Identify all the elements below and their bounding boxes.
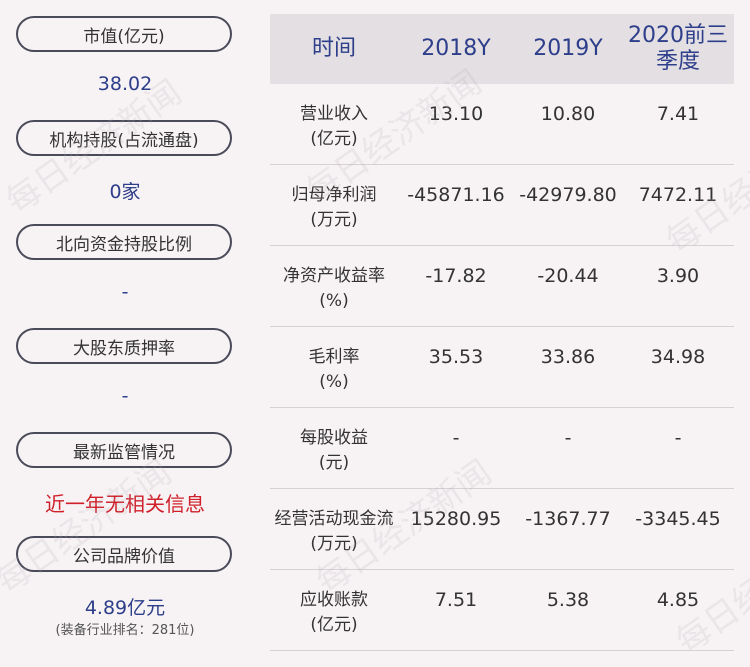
market-cap-label: 市值(亿元) <box>16 16 232 52</box>
northbound-holdings-label: 北向资金持股比例 <box>16 224 232 260</box>
row-label: 经营活动现金流 (万元) <box>274 509 394 554</box>
pledge-ratio-value: - <box>121 385 129 407</box>
row-label: 归母净利润 (万元) <box>291 185 377 230</box>
institutional-holdings-label: 机构持股(占流通盘) <box>16 120 232 156</box>
table-row: 经营活动现金流 (万元) 15280.95 -1367.77 -3345.45 <box>270 489 734 570</box>
table-cell: -42979.80 <box>519 184 617 206</box>
table-cell: 13.10 <box>428 103 484 125</box>
table-header: 时间 2018Y 2019Y 2020前三季度 <box>270 14 734 84</box>
row-label: 净资产收益率 (%) <box>283 266 385 311</box>
table-row: 应收账款 (亿元) 7.51 5.38 4.85 <box>270 570 734 651</box>
table-cell: 15280.95 <box>410 508 502 530</box>
pledge-ratio-label: 大股东质押率 <box>16 328 232 364</box>
table-row: 净资产收益率 (%) -17.82 -20.44 3.90 <box>270 246 734 327</box>
regulatory-status-value: 近一年无相关信息 <box>45 492 205 516</box>
row-label: 应收账款 (亿元) <box>300 590 368 635</box>
financial-table: 时间 2018Y 2019Y 2020前三季度 营业收入 (亿元) 13.10 1… <box>270 14 734 651</box>
table-row: 营业收入 (亿元) 13.10 10.80 7.41 <box>270 84 734 165</box>
market-cap-value: 38.02 <box>97 73 153 95</box>
table-cell: 10.80 <box>540 103 596 125</box>
northbound-holdings-value: - <box>121 281 129 303</box>
table-row: 毛利率 (%) 35.53 33.86 34.98 <box>270 327 734 408</box>
table-cell: - <box>452 427 460 449</box>
table-cell: 7472.11 <box>638 184 718 206</box>
header-2020-q3: 2020前三季度 <box>628 23 728 74</box>
row-label: 每股收益 (元) <box>300 428 368 473</box>
table-cell: 3.90 <box>656 265 700 287</box>
table-cell: -45871.16 <box>407 184 505 206</box>
brand-value-label: 公司品牌价值 <box>16 536 232 572</box>
brand-rank-note: (装备行业排名：281位) <box>55 623 195 638</box>
row-label: 毛利率 (%) <box>308 347 360 392</box>
table-cell: -3345.45 <box>635 508 721 530</box>
table-cell: 34.98 <box>650 346 706 368</box>
table-cell: 4.85 <box>656 589 700 611</box>
header-2018: 2018Y <box>421 36 491 61</box>
table-cell: 5.38 <box>546 589 590 611</box>
institutional-holdings-value: 0家 <box>109 181 141 203</box>
table-cell: -1367.77 <box>525 508 611 530</box>
table-cell: -20.44 <box>537 265 599 287</box>
table-row: 每股收益 (元) - - - <box>270 408 734 489</box>
table-row: 归母净利润 (万元) -45871.16 -42979.80 7472.11 <box>270 165 734 246</box>
table-cell: 7.41 <box>656 103 700 125</box>
table-cell: 7.51 <box>434 589 478 611</box>
company-overview-panel: 市值(亿元) 38.02 机构持股(占流通盘) 0家 北向资金持股比例 - 大股… <box>0 0 250 667</box>
table-cell: - <box>674 427 682 449</box>
table-cell: -17.82 <box>425 265 487 287</box>
table-cell: 33.86 <box>540 346 596 368</box>
brand-value-value: 4.89亿元 <box>84 597 166 619</box>
header-2019: 2019Y <box>533 36 603 61</box>
table-cell: - <box>564 427 572 449</box>
table-cell: 35.53 <box>428 346 484 368</box>
row-label: 营业收入 (亿元) <box>300 104 368 149</box>
regulatory-status-label: 最新监管情况 <box>16 432 232 468</box>
header-time: 时间 <box>311 36 356 61</box>
